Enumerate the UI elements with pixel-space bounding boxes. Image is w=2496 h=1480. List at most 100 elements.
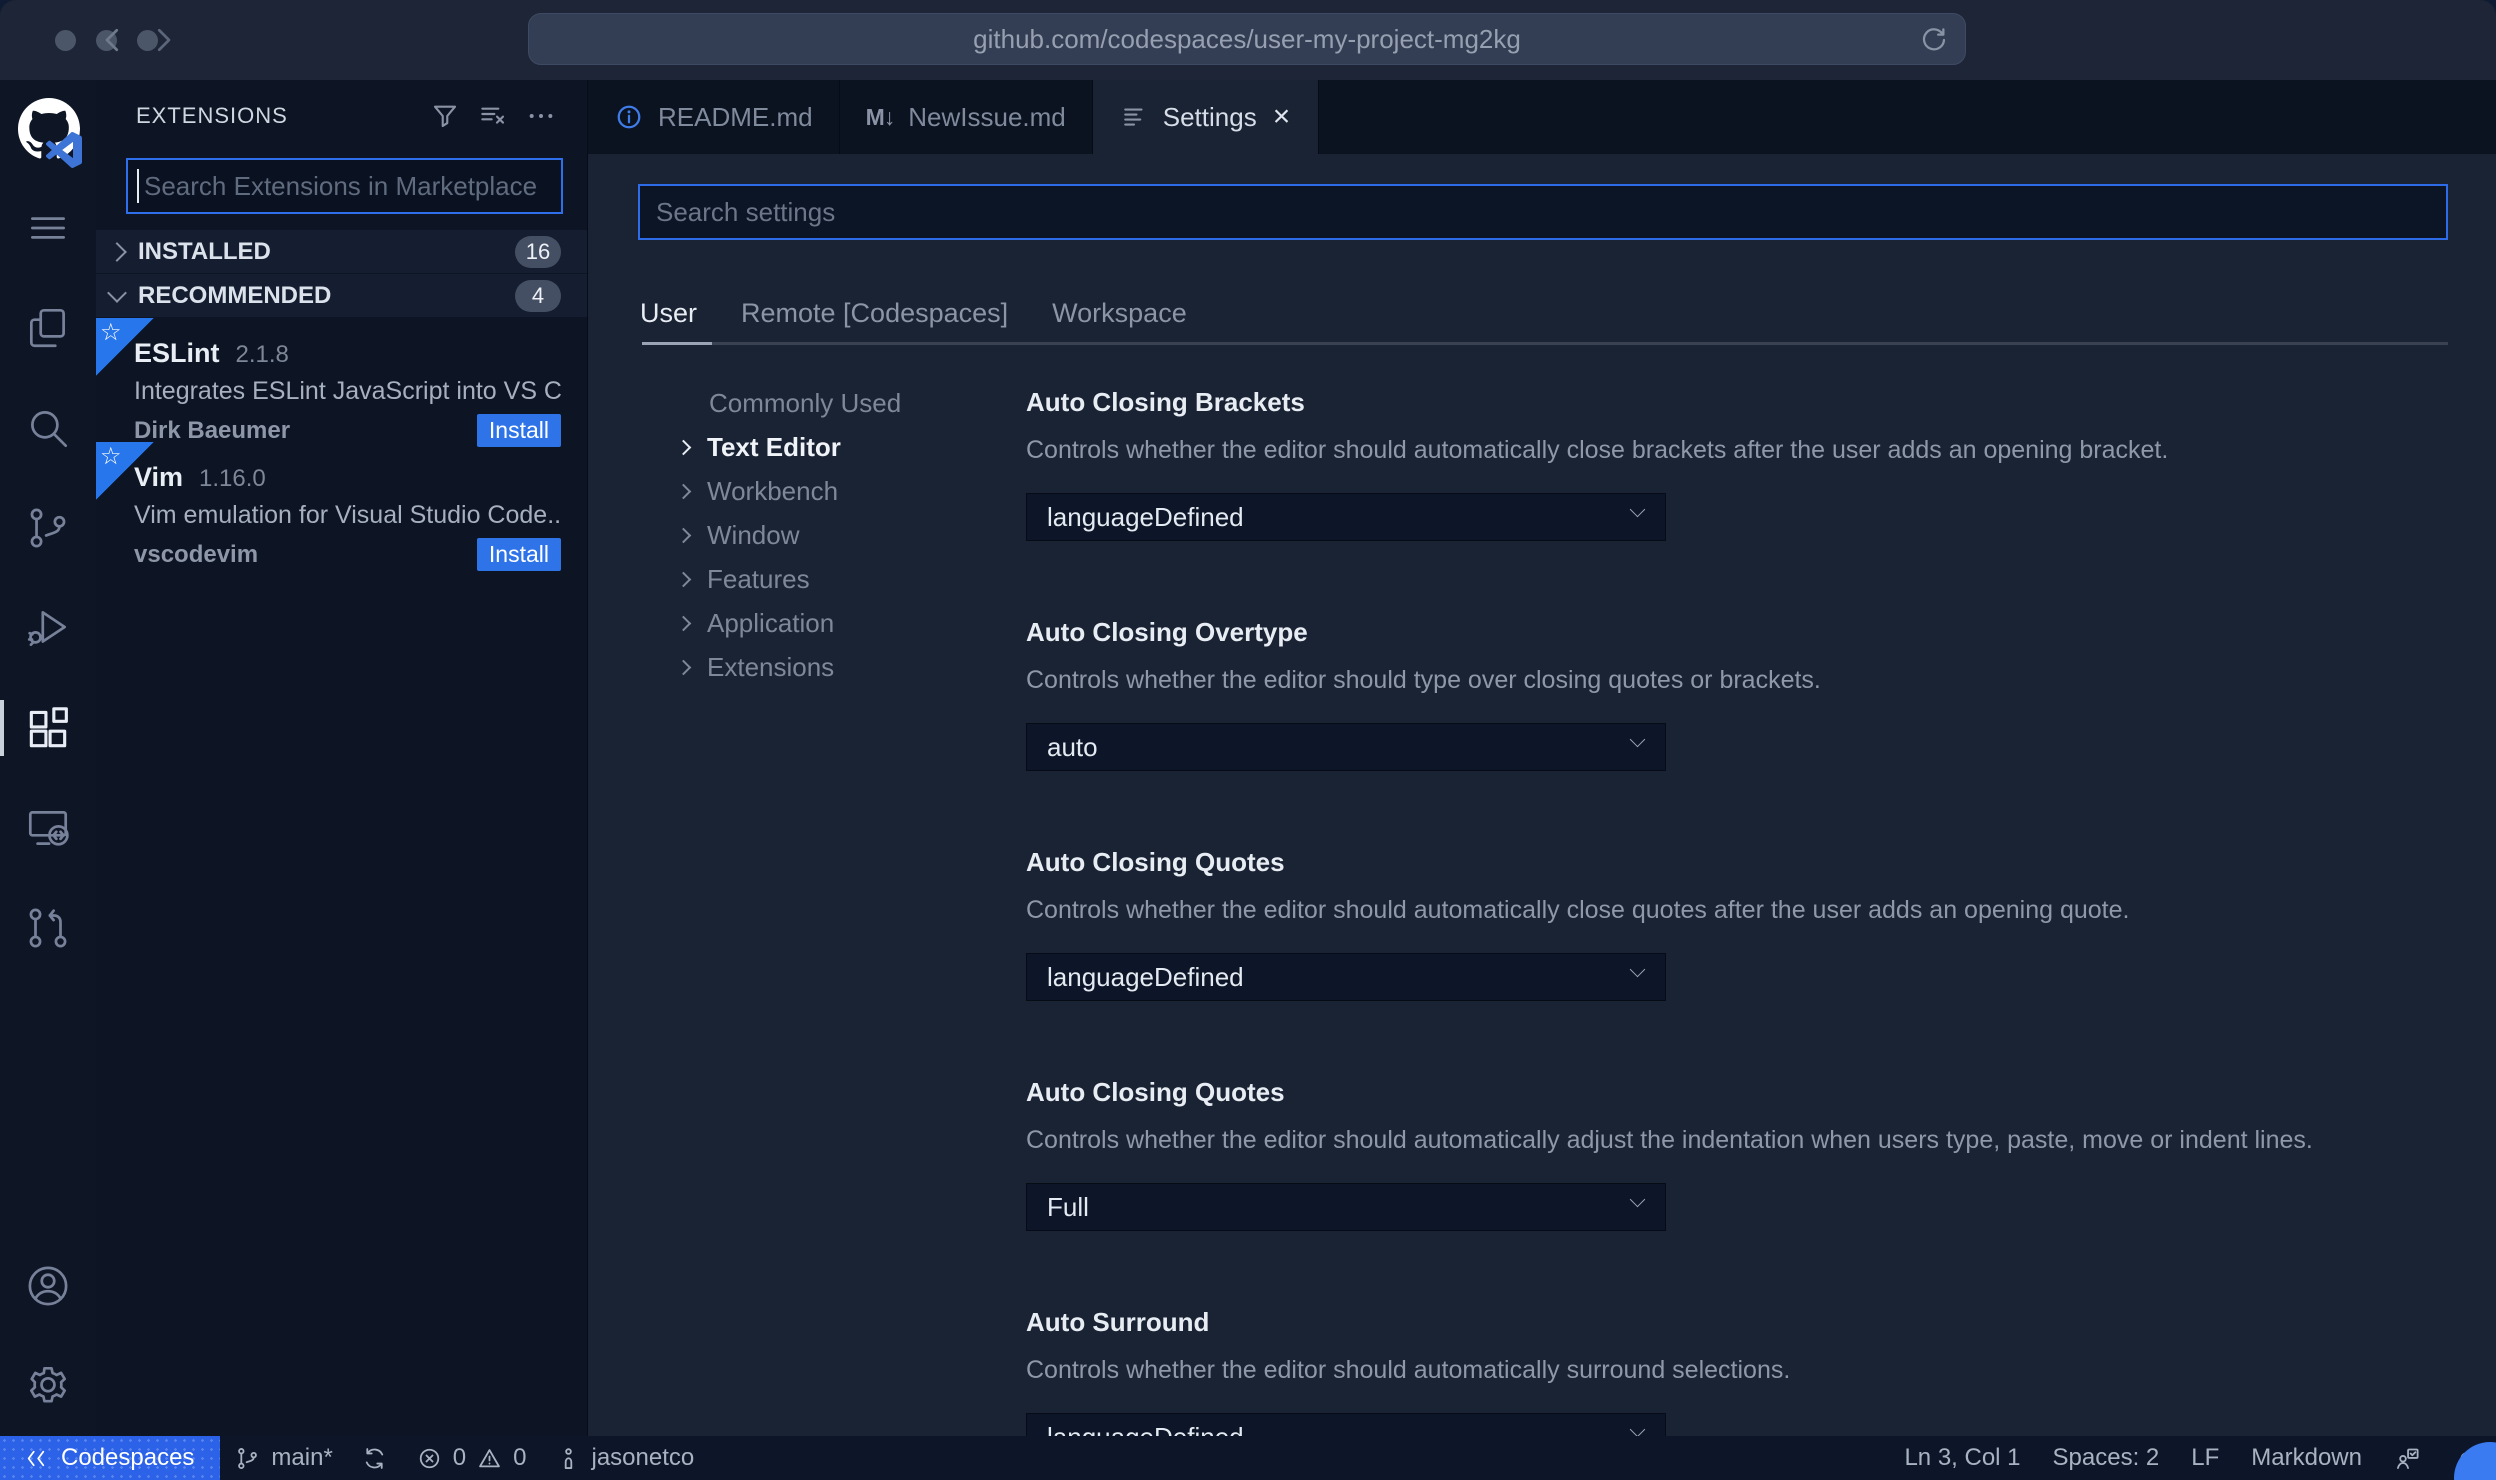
activity-settings-button[interactable] (0, 1336, 96, 1436)
toc-extensions[interactable]: Extensions (675, 645, 1026, 689)
indentation-label: Spaces: 2 (2052, 1444, 2160, 1471)
problems-status[interactable]: 0 0 (402, 1436, 541, 1480)
filter-icon (433, 105, 457, 128)
github-codespaces-logo (0, 94, 96, 178)
chevron-right-icon (675, 659, 692, 675)
activity-extensions-button[interactable] (0, 678, 96, 778)
activity-explorer-button[interactable] (0, 278, 96, 378)
settings-toc: Commonly Used Text Editor Workbench Wind… (638, 381, 1026, 1436)
setting-value-dropdown[interactable]: languageDefined (1026, 1413, 1666, 1436)
reload-icon (1922, 28, 1946, 51)
codespaces-label: Codespaces (61, 1444, 195, 1471)
chevron-right-icon (675, 571, 692, 587)
toc-application[interactable]: Application (675, 601, 1026, 645)
toc-label: Workbench (707, 475, 839, 506)
language-mode-status[interactable]: Markdown (2235, 1436, 2378, 1480)
extensions-search-input[interactable] (126, 158, 563, 214)
chevron-right-icon (107, 241, 127, 262)
search-icon (31, 411, 68, 448)
user-status[interactable]: jasonetco (541, 1436, 709, 1480)
tab-readme[interactable]: README.md (588, 80, 840, 154)
errors-icon (419, 1448, 439, 1468)
activity-remote-explorer-button[interactable] (0, 778, 96, 878)
setting-title: Auto Closing Quotes (1026, 1077, 1285, 1107)
more-actions-button[interactable] (517, 96, 565, 136)
gear-icon (29, 1366, 67, 1403)
chevron-down-icon (1629, 1421, 1646, 1436)
extension-header: Vim 1.16.0 (134, 462, 561, 493)
tab-newissue[interactable]: M↓ NewIssue.md (840, 80, 1093, 154)
status-bar: Codespaces main* 0 0 jasonetco Ln 3, Col… (0, 1436, 2496, 1480)
setting-value-dropdown[interactable]: languageDefined (1026, 953, 1666, 1001)
reload-button[interactable] (1919, 25, 1949, 55)
setting-description: Controls whether the editor should autom… (1026, 1126, 2313, 1154)
remote-explorer-icon (28, 811, 69, 846)
browser-window: github.com/codespaces/user-my-project-mg… (0, 0, 2496, 1480)
section-recommended[interactable]: RECOMMENDED 4 (96, 274, 587, 318)
warning-count: 0 (513, 1444, 527, 1471)
cursor-position-status[interactable]: Ln 3, Col 1 (1888, 1436, 2036, 1480)
tab-label: NewIssue.md (908, 101, 1066, 132)
forward-icon (157, 28, 171, 52)
info-icon (617, 105, 641, 129)
tab-settings[interactable]: Settings × (1092, 80, 1320, 154)
clear-extensions-search-button[interactable] (469, 96, 517, 136)
toc-window[interactable]: Window (675, 513, 1026, 557)
close-window-button[interactable] (55, 30, 76, 51)
install-button[interactable]: Install (476, 538, 561, 571)
star-icon: ☆ (100, 319, 122, 346)
extension-item-eslint[interactable]: ☆ ESLint 2.1.8 Integrates ESLint JavaScr… (96, 318, 587, 447)
section-installed[interactable]: INSTALLED 16 (96, 230, 587, 274)
codespaces-remote-indicator[interactable]: Codespaces (0, 1436, 221, 1480)
setting-auto-surround: Auto Surround Controls whether the edito… (1026, 1307, 2448, 1436)
eol-status[interactable]: LF (2175, 1436, 2235, 1480)
explorer-files-icon (29, 308, 65, 348)
selected-value: Full (1047, 1191, 1089, 1222)
activity-source-control-button[interactable] (0, 478, 96, 578)
scope-tab-workspace[interactable]: Workspace (1052, 298, 1187, 329)
scope-tab-track (642, 342, 2448, 345)
toc-text-editor[interactable]: Text Editor (675, 425, 1026, 469)
extension-item-vim[interactable]: ☆ Vim 1.16.0 Vim emulation for Visual St… (96, 442, 587, 571)
workbench: EXTENSIONS INSTALLED 16 (0, 80, 2496, 1436)
chevron-right-icon (675, 483, 692, 499)
editor-group: README.md M↓ NewIssue.md Settings × User (588, 80, 2496, 1436)
browser-forward-button[interactable] (145, 22, 181, 58)
activity-search-button[interactable] (0, 378, 96, 478)
settings-search (638, 184, 2448, 240)
url-bar[interactable]: github.com/codespaces/user-my-project-mg… (528, 13, 1966, 65)
source-control-icon (30, 508, 66, 548)
close-tab-button[interactable]: × (1271, 102, 1293, 132)
activity-pull-requests-button[interactable] (0, 878, 96, 978)
chevron-down-icon (1629, 731, 1646, 748)
scope-tab-user[interactable]: User (640, 298, 697, 329)
git-branch-status[interactable]: main* (220, 1436, 346, 1480)
filter-extensions-button[interactable] (421, 96, 469, 136)
chevron-down-icon (1629, 501, 1646, 518)
feedback-button[interactable] (2378, 1436, 2437, 1480)
settings-search-input[interactable] (638, 184, 2448, 240)
indentation-status[interactable]: Spaces: 2 (2037, 1436, 2176, 1480)
setting-value-dropdown[interactable]: languageDefined (1026, 493, 1666, 541)
toc-features[interactable]: Features (675, 557, 1026, 601)
toc-label: Application (707, 607, 835, 638)
toc-commonly-used[interactable]: Commonly Used (678, 381, 1026, 425)
browser-back-button[interactable] (95, 22, 131, 58)
scope-tab-remote[interactable]: Remote [Codespaces] (741, 298, 1008, 329)
toc-label: Commonly Used (709, 387, 902, 418)
activity-account-button[interactable] (0, 1236, 96, 1336)
star-icon: ☆ (100, 443, 122, 470)
scope-tab-active-indicator (642, 342, 712, 345)
toc-workbench[interactable]: Workbench (675, 469, 1026, 513)
setting-value-dropdown[interactable]: Full (1026, 1183, 1666, 1231)
activity-run-debug-button[interactable] (0, 578, 96, 678)
setting-value-dropdown[interactable]: auto (1026, 723, 1666, 771)
menu-button[interactable] (0, 178, 96, 278)
cursor-position-label: Ln 3, Col 1 (1904, 1444, 2021, 1471)
status-bar-right: Ln 3, Col 1 Spaces: 2 LF Markdown (1888, 1436, 2496, 1480)
more-ellipsis-icon (529, 114, 553, 118)
sync-status[interactable] (347, 1436, 402, 1480)
recommended-ribbon: ☆ (96, 318, 154, 376)
toc-label: Text Editor (707, 431, 841, 462)
codespaces-icon (27, 1450, 45, 1466)
